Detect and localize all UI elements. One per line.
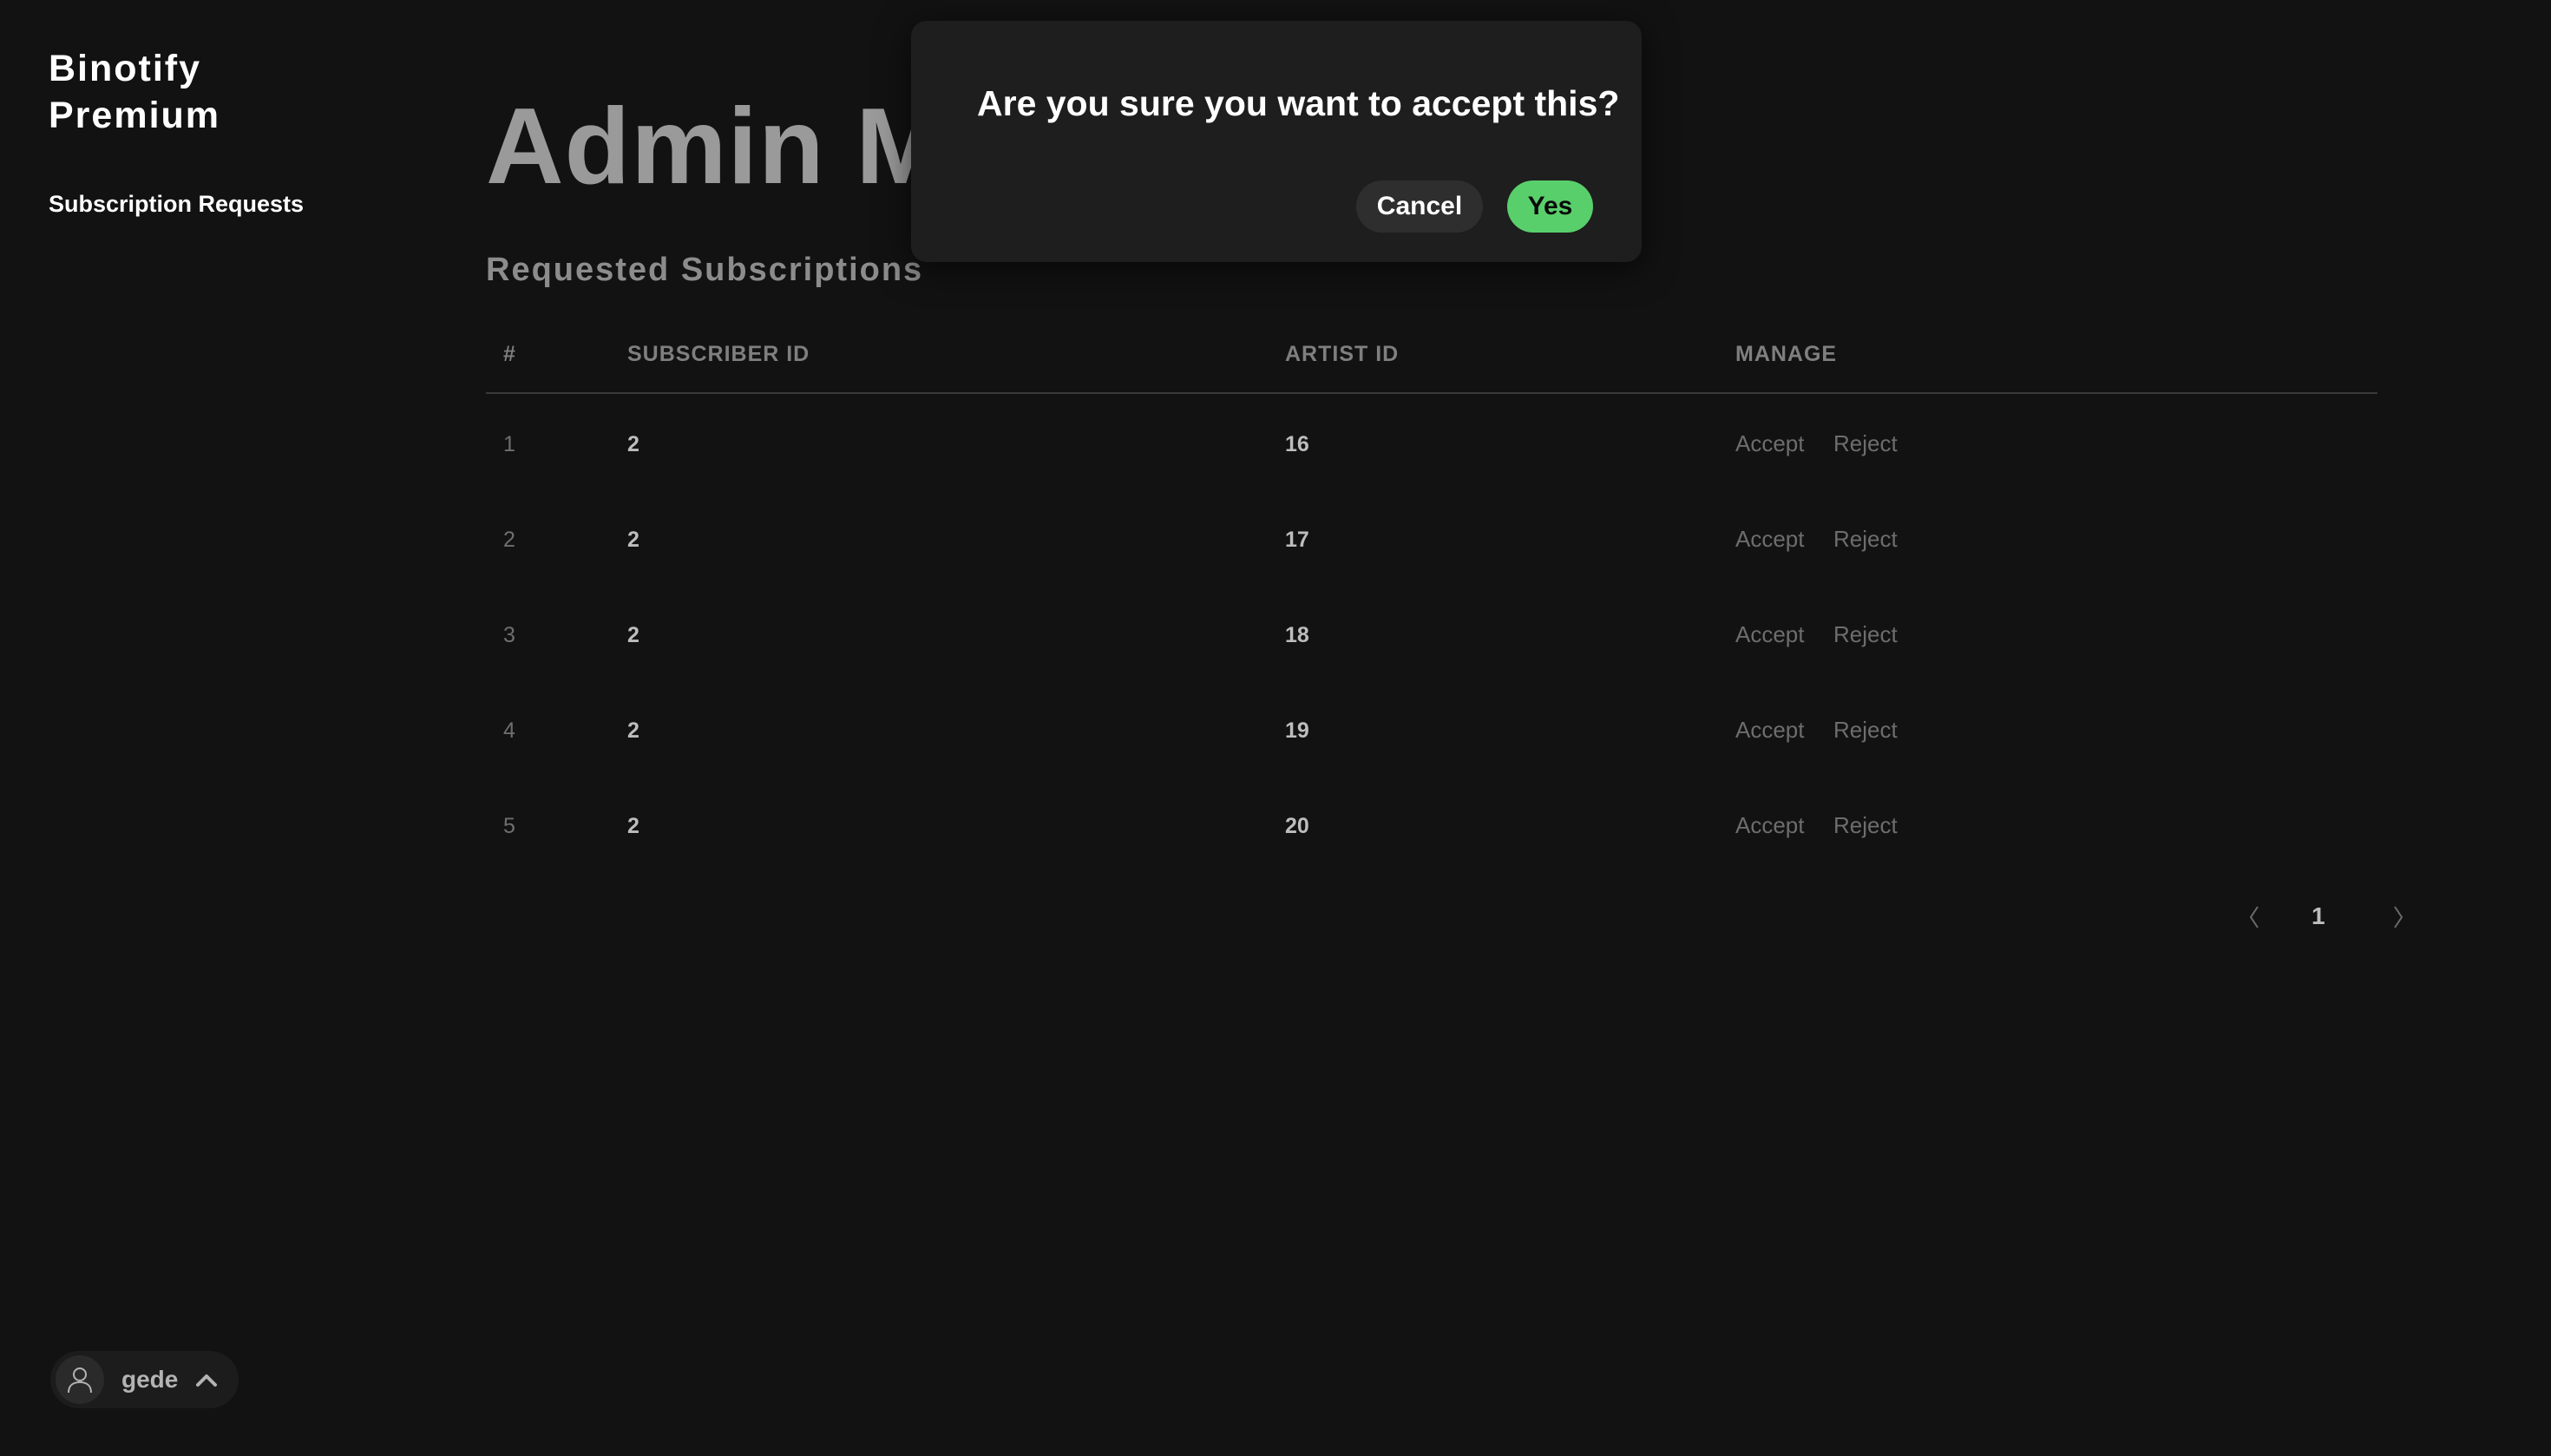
section-title: Requested Subscriptions: [486, 252, 924, 288]
subscriptions-table: # SUBSCRIBER ID ARTIST ID MANAGE 1 2 16 …: [486, 330, 2377, 871]
accept-button[interactable]: Accept: [1735, 430, 1805, 457]
artist-id-cell: 16: [1285, 432, 1309, 456]
subscriber-id-cell: 2: [627, 718, 639, 743]
table-row: 2 2 17 Accept Reject: [486, 489, 2377, 585]
subscriber-id-cell: 2: [627, 623, 639, 647]
row-index: 3: [503, 623, 515, 647]
artist-id-cell: 19: [1285, 718, 1309, 743]
row-index: 5: [503, 814, 515, 838]
reject-button[interactable]: Reject: [1833, 717, 1898, 744]
sidebar-item-subscription-requests[interactable]: Subscription Requests: [49, 191, 304, 218]
reject-button[interactable]: Reject: [1833, 430, 1898, 457]
table-row: 4 2 19 Accept Reject: [486, 680, 2377, 776]
confirm-yes-button[interactable]: Yes: [1507, 180, 1593, 233]
accept-button[interactable]: Accept: [1735, 621, 1805, 648]
table-row: 5 2 20 Accept Reject: [486, 776, 2377, 871]
subscriber-id-cell: 2: [627, 814, 639, 838]
reject-button[interactable]: Reject: [1833, 812, 1898, 839]
column-header-manage: MANAGE: [1735, 342, 1838, 366]
chevron-left-icon[interactable]: [2247, 904, 2261, 935]
avatar: [56, 1355, 104, 1404]
accept-button[interactable]: Accept: [1735, 526, 1805, 553]
cancel-button[interactable]: Cancel: [1356, 180, 1483, 233]
chevron-up-icon: [195, 1372, 218, 1387]
table-row: 1 2 16 Accept Reject: [486, 394, 2377, 489]
subscriber-id-cell: 2: [627, 432, 639, 456]
confirm-question: Are you sure you want to accept this?: [977, 83, 1620, 123]
row-index: 1: [503, 432, 515, 456]
accept-button[interactable]: Accept: [1735, 717, 1805, 744]
accept-button[interactable]: Accept: [1735, 812, 1805, 839]
artist-id-cell: 17: [1285, 528, 1309, 552]
reject-button[interactable]: Reject: [1833, 621, 1898, 648]
table-header: # SUBSCRIBER ID ARTIST ID MANAGE: [486, 330, 2377, 394]
pagination: 1: [2221, 899, 2412, 937]
column-header-subscriber-id: SUBSCRIBER ID: [627, 342, 810, 366]
user-icon: [68, 1367, 92, 1394]
column-header-index: #: [503, 342, 516, 366]
user-name: gede: [121, 1366, 179, 1393]
user-menu-button[interactable]: gede: [50, 1351, 239, 1408]
artist-id-cell: 20: [1285, 814, 1309, 838]
sidebar: Binotify Premium Subscription Requests g…: [0, 0, 416, 1456]
subscriber-id-cell: 2: [627, 528, 639, 552]
row-index: 4: [503, 718, 515, 743]
row-index: 2: [503, 528, 515, 552]
chevron-right-icon[interactable]: [2391, 904, 2405, 935]
artist-id-cell: 18: [1285, 623, 1309, 647]
current-page-number[interactable]: 1: [2312, 902, 2325, 930]
table-row: 3 2 18 Accept Reject: [486, 585, 2377, 680]
reject-button[interactable]: Reject: [1833, 526, 1898, 553]
brand-logo-text[interactable]: Binotify Premium: [49, 45, 326, 139]
confirm-dialog: Are you sure you want to accept this? Ca…: [911, 21, 1642, 262]
column-header-artist-id: ARTIST ID: [1285, 342, 1400, 366]
